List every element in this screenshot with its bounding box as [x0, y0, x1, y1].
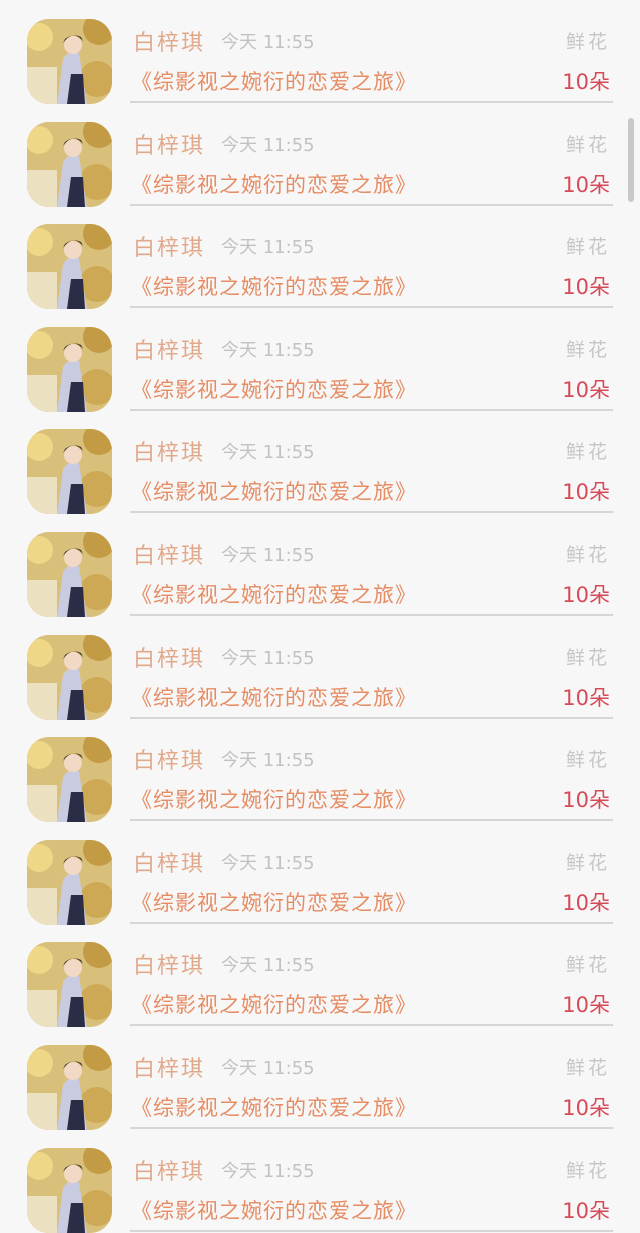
list-item[interactable]: 白梓琪 今天 11:55 鲜花 《综影视之婉衍的恋爱之旅》 10朵 — [0, 805, 640, 925]
list-item[interactable]: 白梓琪 今天 11:55 鲜花 《综影视之婉衍的恋爱之旅》 10朵 — [0, 907, 640, 1028]
gift-type: 鲜花 — [565, 954, 610, 977]
sent-time: 今天 11:55 — [221, 750, 315, 772]
gift-type: 鲜花 — [565, 441, 610, 464]
list-item[interactable]: 白梓琪 今天 11:55 鲜花 《综影视之婉衍的恋爱之旅》 10朵 — [0, 394, 640, 515]
sender-name: 白梓琪 — [133, 1056, 206, 1082]
gift-type: 鲜花 — [565, 338, 610, 361]
gift-type: 鲜花 — [565, 646, 610, 669]
sent-time: 今天 11:55 — [221, 852, 315, 874]
gift-type: 鲜花 — [565, 749, 610, 772]
gift-type: 鲜花 — [565, 851, 610, 874]
sent-time: 今天 11:55 — [221, 1160, 315, 1182]
sent-time: 今天 11:55 — [221, 442, 315, 464]
sent-time: 今天 11:55 — [221, 1057, 315, 1079]
list-item[interactable]: 白梓琪 今天 11:55 鲜花 《综影视之婉衍的恋爱之旅》 10朵 — [0, 0, 640, 104]
avatar[interactable] — [27, 1147, 112, 1233]
sent-time: 今天 11:55 — [221, 544, 315, 566]
sent-time: 今天 11:55 — [221, 237, 315, 259]
sent-time: 今天 11:55 — [221, 339, 315, 361]
gift-type: 鲜花 — [565, 133, 610, 156]
sender-name: 白梓琪 — [133, 236, 206, 262]
gift-type: 鲜花 — [565, 236, 610, 259]
sender-name: 白梓琪 — [133, 338, 206, 364]
sent-time: 今天 11:55 — [221, 955, 315, 977]
list-item[interactable]: 白梓琪 今天 11:55 鲜花 《综影视之婉衍的恋爱之旅》 10朵 — [0, 292, 640, 412]
sender-name: 白梓琪 — [133, 954, 206, 980]
sender-name: 白梓琪 — [133, 851, 206, 877]
gift-count: 10朵 — [562, 1198, 610, 1223]
sender-name: 白梓琪 — [133, 133, 206, 159]
scrollbar[interactable] — [628, 118, 634, 202]
gift-record-list[interactable]: 白梓琪 今天 11:55 鲜花 《综影视之婉衍的恋爱之旅》 10朵 白梓琪 今天… — [0, 0, 640, 1233]
list-item[interactable]: 白梓琪 今天 11:55 鲜花 《综影视之婉衍的恋爱之旅》 10朵 — [0, 497, 640, 617]
list-item[interactable]: 白梓琪 今天 11:55 鲜花 《综影视之婉衍的恋爱之旅》 10朵 — [0, 189, 640, 310]
list-item[interactable]: 白梓琪 今天 11:55 鲜花 《综影视之婉衍的恋爱之旅》 10朵 — [0, 702, 640, 823]
sent-time: 今天 11:55 — [221, 647, 315, 669]
sender-name: 白梓琪 — [133, 441, 206, 467]
sender-name: 白梓琪 — [133, 543, 206, 569]
list-item[interactable]: 白梓琪 今天 11:55 鲜花 《综影视之婉衍的恋爱之旅》 10朵 — [0, 1010, 640, 1130]
list-item[interactable]: 白梓琪 今天 11:55 鲜花 《综影视之婉衍的恋爱之旅》 10朵 — [0, 600, 640, 720]
gift-type: 鲜花 — [565, 1056, 610, 1079]
sender-name: 白梓琪 — [133, 646, 206, 672]
gift-type: 鲜花 — [565, 543, 610, 566]
list-item[interactable]: 白梓琪 今天 11:55 鲜花 《综影视之婉衍的恋爱之旅》 10朵 — [0, 1113, 640, 1233]
gift-type: 鲜花 — [565, 31, 610, 53]
sender-name: 白梓琪 — [133, 31, 206, 56]
gift-type: 鲜花 — [565, 1159, 610, 1182]
book-title[interactable]: 《综影视之婉衍的恋爱之旅》 — [131, 1195, 417, 1225]
sent-time: 今天 11:55 — [221, 32, 315, 53]
sender-name: 白梓琪 — [133, 1159, 206, 1185]
sender-name: 白梓琪 — [133, 749, 206, 775]
sent-time: 今天 11:55 — [221, 134, 315, 156]
list-item[interactable]: 白梓琪 今天 11:55 鲜花 《综影视之婉衍的恋爱之旅》 10朵 — [0, 87, 640, 207]
